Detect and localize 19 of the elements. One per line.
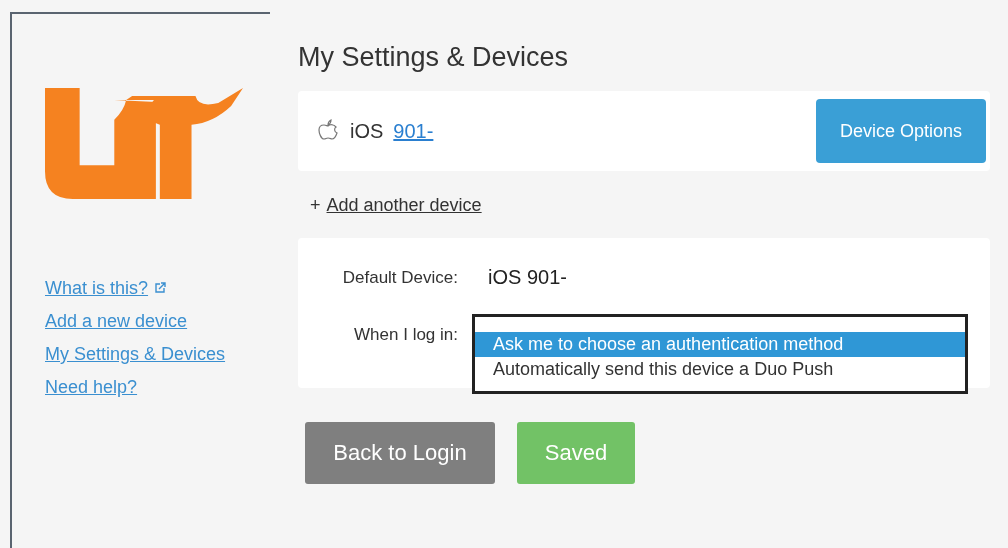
field-label: Default Device: bbox=[341, 267, 458, 288]
plus-sign: + bbox=[310, 195, 321, 216]
add-device-link[interactable]: Add another device bbox=[326, 195, 482, 216]
sidebar-link[interactable]: My Settings & Devices bbox=[45, 342, 226, 366]
sidebar-link[interactable]: Need help? bbox=[45, 375, 138, 399]
apple-icon bbox=[318, 119, 338, 143]
sidebar-link[interactable]: Add a new device bbox=[45, 309, 188, 333]
device-number-link[interactable]: 901- bbox=[393, 119, 434, 143]
dropdown-option[interactable]: Automatically send this device a Duo Push bbox=[475, 357, 965, 382]
back-button[interactable]: Back to Login bbox=[305, 422, 495, 484]
device-options-button[interactable]: Device Options bbox=[816, 99, 986, 163]
device-platform: iOS bbox=[350, 119, 384, 143]
default-device-value: iOS 901- bbox=[488, 266, 567, 289]
sidebar-link[interactable]: What is this? bbox=[45, 276, 167, 300]
field-label: When I log in: bbox=[353, 325, 458, 345]
save-button[interactable]: Saved bbox=[517, 422, 635, 484]
dropdown-option[interactable]: Ask me to choose an authentication method bbox=[475, 332, 965, 357]
page-title: My Settings & Devices bbox=[298, 42, 570, 73]
external-link-icon bbox=[154, 282, 167, 294]
